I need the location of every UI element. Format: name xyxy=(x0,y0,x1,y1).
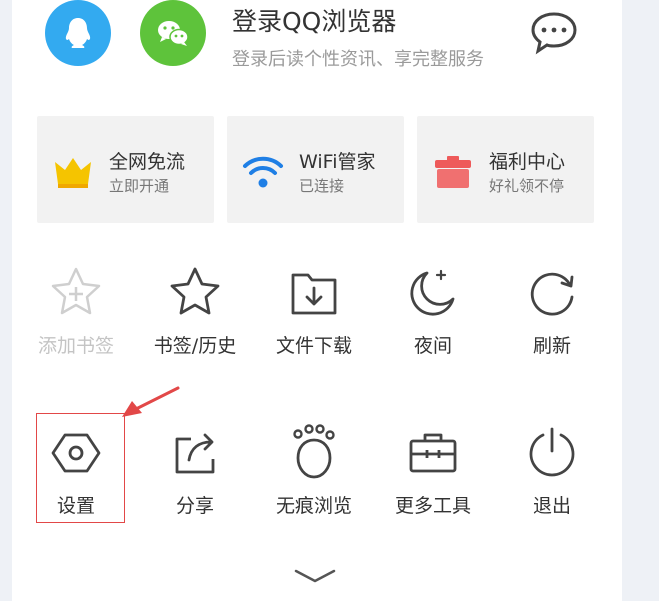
qq-login-button[interactable] xyxy=(45,0,111,66)
card-subtitle: 立即开通 xyxy=(109,177,170,195)
file-download-button[interactable]: 文件下载 xyxy=(255,263,373,373)
moon-icon xyxy=(410,269,455,316)
add-bookmark-button[interactable]: 添加书签 xyxy=(17,263,135,373)
login-title[interactable]: 登录QQ浏览器 xyxy=(232,2,396,38)
right-edge-panel xyxy=(622,0,659,601)
share-icon xyxy=(175,433,215,474)
tool-label: 分享 xyxy=(175,495,214,517)
refresh-icon xyxy=(530,272,574,316)
tool-label: 无痕浏览 xyxy=(275,495,352,517)
card-title: 福利中心 xyxy=(489,151,566,173)
share-button[interactable]: 分享 xyxy=(136,423,254,533)
power-icon xyxy=(529,427,575,477)
tool-label: 更多工具 xyxy=(394,495,471,517)
tool-label: 夜间 xyxy=(413,335,452,357)
wechat-login-button[interactable] xyxy=(140,0,206,66)
settings-highlight-box xyxy=(36,413,125,523)
incognito-button[interactable]: 无痕浏览 xyxy=(255,423,373,533)
toolbox-icon xyxy=(409,433,457,473)
paw-icon xyxy=(293,424,335,479)
refresh-button[interactable]: 刷新 xyxy=(493,263,611,373)
qq-penguin-icon xyxy=(65,18,91,48)
tool-label: 文件下载 xyxy=(275,335,352,357)
bookmarks-history-button[interactable]: 书签/历史 xyxy=(136,263,254,373)
more-tools-button[interactable]: 更多工具 xyxy=(374,423,492,533)
card-title: WiFi管家 xyxy=(299,151,376,173)
message-button[interactable] xyxy=(528,10,580,58)
login-subtitle: 登录后读个性资讯、享完整服务 xyxy=(232,49,484,70)
crown-icon xyxy=(55,158,91,188)
chat-bubble-icon xyxy=(531,12,577,55)
gift-icon xyxy=(435,156,471,188)
card-wifi-manager[interactable]: WiFi管家 已连接 xyxy=(227,116,404,223)
collapse-chevron-icon[interactable] xyxy=(292,565,338,587)
exit-button[interactable]: 退出 xyxy=(493,423,611,533)
star-add-icon xyxy=(51,267,101,315)
night-mode-button[interactable]: 夜间 xyxy=(374,263,492,373)
tool-label: 退出 xyxy=(532,495,571,517)
annotation-arrow-icon xyxy=(122,386,180,417)
tool-label: 刷新 xyxy=(532,335,571,357)
card-free-traffic[interactable]: 全网免流 立即开通 xyxy=(37,116,214,223)
star-icon xyxy=(170,267,220,315)
tool-label: 添加书签 xyxy=(37,335,114,357)
folder-download-icon xyxy=(291,273,337,315)
wifi-icon xyxy=(243,156,283,188)
wechat-icon xyxy=(158,21,189,46)
tool-label: 书签/历史 xyxy=(153,335,237,357)
card-subtitle: 好礼领不停 xyxy=(489,177,565,195)
card-welfare-center[interactable]: 福利中心 好礼领不停 xyxy=(417,116,594,223)
card-title: 全网免流 xyxy=(109,151,186,173)
card-subtitle: 已连接 xyxy=(299,177,345,195)
left-edge-panel xyxy=(0,0,12,601)
